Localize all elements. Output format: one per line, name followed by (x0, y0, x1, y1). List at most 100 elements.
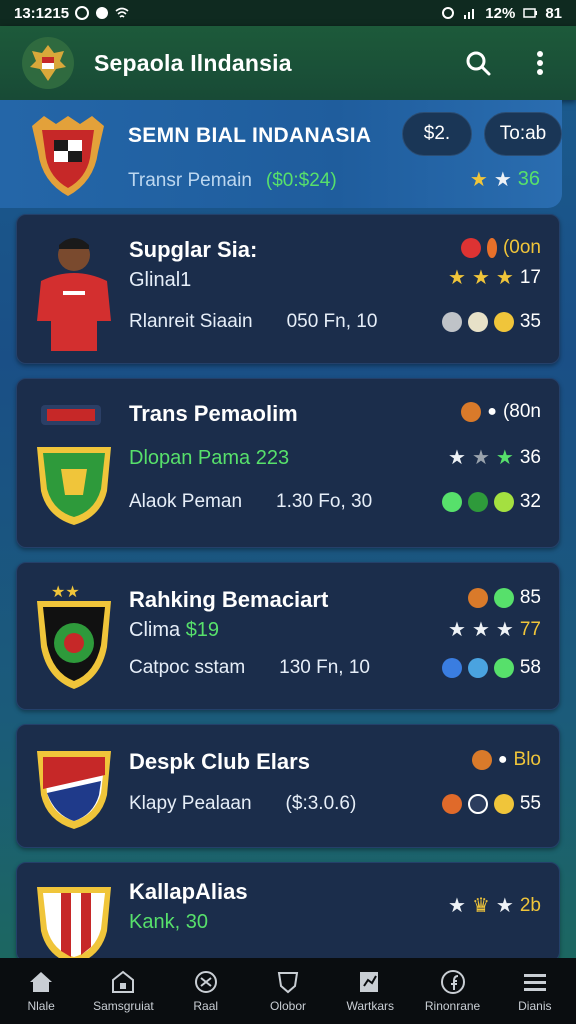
nav-label: Wartkars (346, 999, 395, 1013)
star-icon: ★ (493, 168, 512, 191)
player-card[interactable]: Supglar Sia: Glinal1 Rlanreit Siaain 050… (16, 214, 560, 364)
team-icon: ● (497, 751, 508, 768)
team-crest-icon (32, 116, 104, 196)
ball-icon (194, 971, 217, 993)
featured-rating: ★ ★ 36 (470, 168, 540, 191)
app-title: Sepaola Ilndansia (94, 49, 292, 76)
card-rating: ★ ★ ★ 36 (448, 447, 541, 469)
star-icon: ★ (495, 895, 514, 917)
alarm-icon (96, 7, 109, 19)
star-icon: ★ (448, 619, 466, 641)
featured-rating-value: 36 (517, 168, 540, 190)
card-subtitle: Clima $19 (129, 619, 219, 642)
battery-percent: 12% (485, 4, 516, 22)
card-title: Despk Club Elars (129, 749, 310, 774)
nav-item-chart[interactable]: Wartkars (329, 958, 411, 1024)
card-meta-top-value: (80n (502, 401, 541, 422)
card-detail-value: ($:3.0.6) (285, 793, 357, 814)
team-icon: ● (487, 403, 497, 420)
notification-icon (75, 6, 90, 20)
team-card[interactable]: ★★ Rahking Bemaciart Clima $19 Catpoc ss… (16, 562, 560, 710)
badge-icon (461, 402, 482, 422)
nav-item-shield[interactable]: Olobor (247, 958, 329, 1024)
menu-icon (523, 974, 546, 991)
star-icon: ★ (448, 447, 466, 469)
card-meta-top-value: 85 (519, 587, 541, 608)
card-rating-value: 77 (519, 619, 541, 640)
featured-team-card[interactable]: SEMN BIAL INDANASIA Transr Pemain ($0:$24… (0, 100, 562, 208)
nav-item-home[interactable]: Nlale (0, 958, 82, 1024)
team-crest-icon (37, 751, 111, 829)
card-badges: 35 (441, 311, 541, 333)
badge-icon (441, 312, 462, 332)
card-title: Supglar Sia: (129, 237, 258, 262)
card-subtitle: Dlopan Pama 223 (129, 447, 290, 469)
player-photo (37, 238, 111, 351)
card-title: Rahking Bemaciart (129, 587, 329, 612)
card-title: Trans Pemaolim (129, 401, 298, 426)
card-rating: ★ ♛ ★ 2b (448, 895, 541, 917)
badge-icon (441, 794, 462, 814)
badge-icon (467, 588, 488, 608)
nav-item-menu[interactable]: Dianis (494, 958, 576, 1024)
card-badges: 58 (441, 657, 541, 679)
card-rating-value: 2b (519, 895, 541, 916)
status-time: 13:1215 (14, 4, 70, 22)
app-bar: Sepaola Ilndansia (0, 26, 576, 100)
nav-item-store[interactable]: Samsgruiat (82, 958, 164, 1024)
card-subtitle: Kank, 30 (129, 911, 208, 933)
badge-icon (471, 750, 492, 770)
card-detail-label: Rlanreit Siaain (129, 311, 253, 332)
star-icon: ★ (469, 168, 488, 191)
card-meta-top-value: (0on (502, 237, 541, 258)
app-logo[interactable] (22, 37, 74, 89)
featured-button-2[interactable]: To:ab (484, 112, 562, 156)
card-badge-value: 32 (519, 491, 541, 512)
card-detail-value: 130 Fn, 10 (279, 657, 370, 678)
card-detail-row: Rlanreit Siaain 050 Fn, 10 (129, 311, 377, 333)
wifi-icon (115, 7, 129, 18)
location-icon (442, 7, 455, 19)
card-badges: 32 (441, 491, 541, 513)
card-rating: ★ ★ ★ 17 (448, 267, 541, 289)
card-rating: ★ ★ ★ 77 (448, 619, 541, 641)
card-subtitle-label: Clima (129, 619, 181, 641)
team-card[interactable]: KallapAlias Kank, 30 ★ ♛ ★ 2b (16, 862, 560, 962)
nav-item-ball[interactable]: Raal (165, 958, 247, 1024)
card-badges: 55 (441, 793, 541, 815)
card-detail-label: Alaok Peman (129, 491, 243, 512)
chart-icon (360, 972, 379, 992)
coin-icon (493, 794, 514, 814)
featured-subtitle-value: ($0:$24) (265, 170, 337, 191)
card-subtitle: Glinal1 (129, 269, 192, 291)
team-crest-icon (37, 887, 111, 961)
badge-icon (441, 658, 462, 678)
team-card[interactable]: Despk Club Elars Klapy Pealaan ($:3.0.6)… (16, 724, 560, 848)
card-detail-value: 050 Fn, 10 (286, 311, 378, 332)
search-button[interactable] (464, 49, 492, 77)
drop-icon (467, 658, 488, 678)
battery-icon (523, 8, 538, 18)
star-icon: ★ (471, 447, 490, 469)
card-meta-top-value: Blo (513, 749, 541, 770)
card-detail-label: Klapy Pealaan (129, 793, 252, 814)
status-bar: 13:1215 12% 81 (0, 0, 576, 26)
featured-subtitle-label: Transr Pemain (128, 170, 252, 191)
more-vert-icon (537, 51, 543, 75)
card-meta-top: 85 (467, 587, 541, 609)
badge-icon (467, 794, 488, 814)
featured-button-1[interactable]: $2. (402, 112, 472, 156)
team-card[interactable]: Trans Pemaolim Dlopan Pama 223 Alaok Pem… (16, 378, 560, 548)
card-rating-value: 36 (519, 447, 541, 468)
badge-icon (493, 658, 514, 678)
featured-subtitle: Transr Pemain ($0:$24) (128, 170, 337, 192)
nav-label: Dianis (518, 999, 552, 1013)
card-meta-top: (0on (460, 237, 541, 259)
facebook-icon (440, 970, 465, 994)
store-icon (112, 970, 135, 993)
badge-icon (467, 312, 488, 332)
nav-item-social[interactable]: Rinonrane (411, 958, 493, 1024)
status-extra: 81 (545, 4, 562, 22)
star-icon: ★ (495, 619, 514, 641)
more-options-button[interactable] (526, 49, 554, 77)
